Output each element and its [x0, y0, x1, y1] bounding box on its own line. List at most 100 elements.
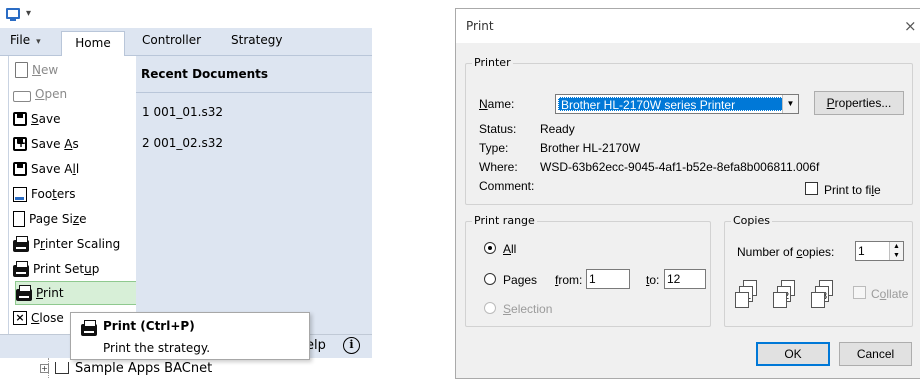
tab-strategy[interactable]: Strategy	[231, 33, 282, 47]
copies-value: 1	[858, 244, 865, 258]
menu-item-label: Save All	[31, 162, 80, 176]
menu-item-open[interactable]: Open	[13, 82, 137, 106]
close-icon: ×	[13, 311, 27, 325]
menu-item-print[interactable]: Print	[15, 281, 137, 305]
group-label: Printer	[472, 56, 513, 69]
print-range-group: Print range All Pages from: 1 to: 12 Sel…	[465, 214, 711, 327]
comment-label: Comment:	[479, 179, 535, 193]
menu-item-footers[interactable]: Footers	[13, 182, 137, 206]
to-label: to:	[646, 273, 660, 287]
menu-item-save-as[interactable]: Save As	[13, 132, 137, 156]
close-icon[interactable]: ×	[904, 17, 917, 35]
divider	[136, 92, 372, 93]
tab-file-label: File	[10, 33, 31, 47]
menu-item-print-setup[interactable]: Print Setup	[13, 257, 137, 281]
print-setup-icon	[13, 260, 29, 277]
print-to-file-checkbox[interactable]	[805, 182, 818, 195]
chevron-down-icon[interactable]: ▼	[890, 251, 903, 260]
pages-radio[interactable]	[484, 273, 496, 285]
recent-document-item[interactable]: 1 001_01.s32	[142, 105, 223, 119]
new-document-icon	[15, 62, 28, 78]
group-label: Copies	[731, 214, 772, 227]
menu-item-save-all[interactable]: Save All	[13, 157, 137, 181]
all-radio[interactable]	[484, 242, 496, 254]
from-input[interactable]: 1	[586, 269, 630, 289]
selection-radio[interactable]	[484, 302, 496, 314]
menu-item-label: New	[32, 63, 59, 77]
chevron-down-icon[interactable]: ▼	[782, 95, 798, 113]
recent-document-item[interactable]: 2 001_02.s32	[142, 136, 223, 150]
collate-checkbox[interactable]	[853, 286, 866, 299]
recent-documents-title: Recent Documents	[141, 67, 269, 81]
dialog-titlebar: Print ×	[456, 9, 920, 43]
tab-controller[interactable]: Controller	[142, 33, 201, 47]
where-label: Where:	[479, 160, 518, 174]
quick-access-toolbar: ▾	[6, 2, 31, 24]
page-size-icon	[13, 211, 25, 227]
status-value: Ready	[540, 122, 575, 136]
tooltip: Print (Ctrl+P) Print the strategy.	[70, 312, 310, 360]
copies-group: Copies Number of copies: 1 ▲ ▼ 1 2 3 Col…	[724, 214, 913, 327]
menu-item-label: Close	[31, 311, 64, 325]
menu-item-label: Save As	[31, 137, 79, 151]
footers-icon	[13, 186, 27, 202]
where-value: WSD-63b62ecc-9045-4af1-b52e-8efa8b006811…	[540, 160, 820, 174]
collate-label[interactable]: Collate	[871, 287, 908, 301]
menu-item-label: Page Size	[29, 212, 87, 226]
to-input[interactable]: 12	[664, 269, 706, 289]
tab-home[interactable]: Home	[61, 31, 125, 57]
printer-name-select[interactable]: Brother HL-2170W series Printer ▼	[555, 94, 799, 114]
printer-scaling-icon	[13, 235, 29, 252]
print-icon	[16, 284, 32, 301]
type-value: Brother HL-2170W	[540, 141, 641, 155]
tree-item-label: Sample Apps BACnet	[75, 360, 213, 376]
menu-item-page-size[interactable]: Page Size	[13, 207, 137, 231]
ribbon-tab-bar: File ▾ Home Controller Strategy	[0, 28, 372, 57]
chevron-up-icon[interactable]: ▲	[890, 242, 903, 251]
application-window: ▾ File ▾ Home Controller Strategy New Ope…	[0, 0, 372, 379]
collate-illustration-icon: 1 2 3	[735, 280, 845, 316]
from-label: from:	[555, 273, 583, 287]
expand-icon[interactable]: +	[40, 363, 49, 373]
info-icon[interactable]: i	[343, 337, 360, 354]
menu-item-label: Save	[31, 112, 61, 126]
tree-item[interactable]: + Sample Apps BACnet	[40, 358, 212, 378]
save-icon	[13, 112, 27, 126]
menu-item-label: Footers	[31, 187, 76, 201]
menu-item-printer-scaling[interactable]: Printer Scaling	[13, 232, 137, 256]
menu-item-new[interactable]: New	[13, 58, 137, 82]
copies-spinner[interactable]: ▲ ▼	[889, 242, 903, 260]
save-as-icon	[13, 136, 27, 151]
group-label: Print range	[472, 214, 537, 227]
menu-item-label: Print	[36, 286, 64, 300]
name-label: Name:	[479, 97, 515, 111]
number-of-copies-label: Number of copies:	[737, 245, 835, 259]
cancel-button[interactable]: Cancel	[839, 342, 912, 366]
computer-icon[interactable]	[6, 7, 20, 21]
page-icon	[773, 292, 787, 308]
print-to-file-label[interactable]: Print to file	[824, 183, 881, 197]
type-label: Type:	[479, 141, 509, 155]
status-label: Status:	[479, 122, 517, 136]
menu-item-save[interactable]: Save	[13, 107, 137, 131]
recent-documents-panel: Recent Documents 1 001_01.s32 2 001_02.s…	[136, 56, 372, 334]
ok-button[interactable]: OK	[756, 342, 830, 366]
selection-radio-label[interactable]: Selection	[503, 302, 552, 316]
open-folder-icon	[13, 90, 31, 102]
menu-item-label: Print Setup	[33, 262, 100, 276]
copies-input[interactable]: 1 ▲ ▼	[855, 241, 904, 261]
properties-button[interactable]: Properties...	[814, 91, 904, 115]
tooltip-description: Print the strategy.	[103, 341, 211, 355]
page-icon	[811, 292, 825, 308]
network-icon	[55, 362, 69, 374]
tooltip-title: Print (Ctrl+P)	[103, 319, 195, 333]
tab-file[interactable]: File ▾	[10, 33, 41, 47]
dialog-title: Print	[466, 19, 494, 33]
menu-item-label: Open	[35, 87, 68, 101]
file-menu: New Open Save Save As Save All Footers P…	[8, 56, 137, 334]
customize-toolbar-icon[interactable]: ▾	[26, 8, 31, 19]
all-radio-label[interactable]: All	[503, 242, 516, 256]
print-icon	[81, 320, 97, 336]
printer-group: Printer Name: Brother HL-2170W series Pr…	[465, 56, 913, 205]
pages-radio-label[interactable]: Pages	[503, 273, 537, 287]
